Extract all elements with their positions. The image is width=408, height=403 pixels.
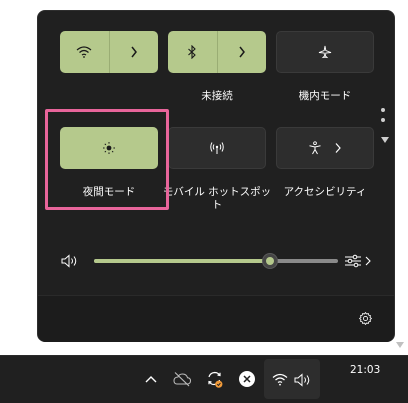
page-dot[interactable]: [381, 118, 385, 122]
triangle-down-icon: [396, 342, 404, 348]
bluetooth-toggle[interactable]: [168, 31, 217, 73]
chevron-right-icon[interactable]: [334, 142, 342, 154]
speaker-icon[interactable]: [61, 254, 79, 268]
wifi-expand-button[interactable]: [110, 31, 159, 73]
audio-output-button[interactable]: [344, 252, 376, 270]
show-hidden-icons-button[interactable]: [142, 370, 160, 388]
page-indicator[interactable]: [381, 108, 389, 147]
tile-label-bluetooth: 未接続: [201, 90, 233, 102]
tile-label-hotspot: モバイル ホットスポット: [162, 186, 272, 211]
cloud-off-icon: [173, 372, 192, 387]
sync-icon: [208, 371, 223, 388]
tile-mobile-hotspot[interactable]: [168, 127, 266, 169]
volume-slider-thumb[interactable]: [261, 253, 278, 269]
selection-highlight: [45, 109, 169, 210]
network-volume-button[interactable]: [264, 359, 320, 399]
wifi-toggle[interactable]: [60, 31, 109, 73]
chevron-right-icon: [239, 46, 245, 58]
wifi-icon: [272, 373, 288, 386]
tile-label-airplane: 機内モード: [298, 90, 352, 102]
bluetooth-expand-button[interactable]: [218, 31, 267, 73]
close-circle-icon: [239, 371, 255, 387]
onedrive-status-button[interactable]: [171, 369, 193, 389]
airplane-icon: [318, 45, 332, 59]
triangle-down-icon[interactable]: [381, 137, 389, 143]
panel-footer: [38, 296, 394, 342]
tile-wifi[interactable]: [60, 31, 158, 73]
audio-output-icon: [345, 254, 361, 268]
wifi-icon: [76, 46, 92, 58]
accessibility-icon: [309, 141, 321, 155]
tile-airplane-mode[interactable]: [276, 31, 374, 73]
volume-slider-fill: [94, 259, 270, 263]
bluetooth-icon: [188, 45, 197, 59]
tile-accessibility[interactable]: [276, 127, 374, 169]
chevron-right-icon: [131, 46, 137, 58]
taskbar-clock[interactable]: 21:03: [350, 364, 380, 376]
chevron-right-icon: [365, 256, 371, 266]
app-status-button[interactable]: [237, 369, 257, 389]
speaker-icon: [294, 373, 310, 387]
tile-bluetooth[interactable]: [168, 31, 266, 73]
sync-status-button[interactable]: [204, 368, 226, 390]
chevron-up-icon: [145, 376, 157, 383]
hotspot-icon: [210, 142, 224, 154]
taskbar: 21:03: [0, 355, 408, 403]
page-dot[interactable]: [381, 108, 385, 112]
gear-icon[interactable]: [358, 311, 373, 326]
tile-label-accessibility: アクセシビリティ: [283, 186, 367, 198]
